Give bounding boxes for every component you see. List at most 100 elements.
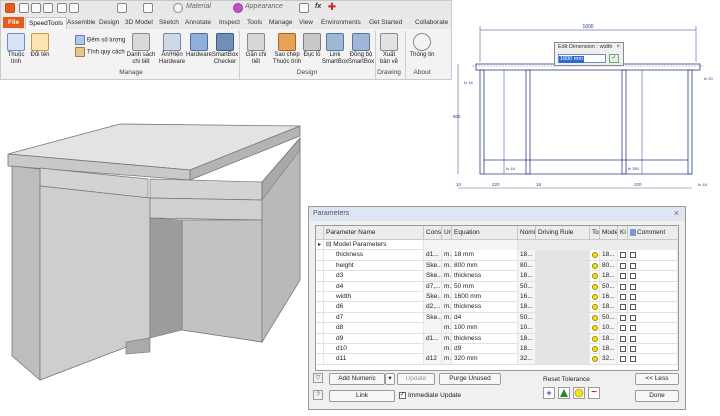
cell-key[interactable] bbox=[618, 292, 628, 302]
filter-icon[interactable]: ▽ bbox=[313, 373, 323, 383]
cell-model-value[interactable]: 80... bbox=[600, 260, 618, 271]
material-select[interactable]: Material bbox=[186, 3, 228, 10]
drill-hole-button[interactable]: Đục lỗ bbox=[301, 33, 323, 59]
key-checkbox[interactable] bbox=[620, 273, 626, 280]
cell-driving-rule[interactable] bbox=[536, 281, 590, 292]
cell-tolerance[interactable] bbox=[590, 292, 600, 302]
cell-comment[interactable] bbox=[628, 333, 678, 344]
tab-manage[interactable]: Manage bbox=[269, 17, 293, 28]
info-button[interactable]: Thông tin bbox=[407, 33, 437, 59]
cell-parameter-name[interactable]: d9 bbox=[324, 333, 424, 344]
cell-model-value[interactable]: 18... bbox=[600, 271, 618, 282]
cell-equation[interactable]: 800 mm bbox=[452, 260, 518, 271]
col-unit[interactable]: Ur bbox=[442, 226, 452, 240]
median-tolerance-triangle-icon[interactable] bbox=[558, 387, 570, 399]
cell-consumed-by[interactable] bbox=[424, 323, 442, 334]
table-row[interactable]: d4 d7,... m. 50 mm 50... 50... bbox=[316, 281, 678, 292]
cell-tolerance[interactable] bbox=[590, 333, 600, 344]
cell-tolerance[interactable] bbox=[590, 312, 600, 323]
cell-consumed-by[interactable]: Ske... bbox=[424, 271, 442, 282]
cell-unit[interactable]: m. bbox=[442, 312, 452, 323]
link-button[interactable]: Link bbox=[329, 390, 395, 402]
col-equation[interactable]: Equation bbox=[452, 226, 518, 240]
cell-key[interactable] bbox=[618, 260, 628, 271]
export-checkbox[interactable] bbox=[630, 273, 636, 280]
tab-inspect[interactable]: Inspect bbox=[219, 17, 240, 28]
tab-annotate[interactable]: Annotate bbox=[185, 17, 211, 28]
tab-collaborate[interactable]: Collaborate bbox=[415, 17, 448, 28]
cell-tolerance[interactable] bbox=[590, 344, 600, 354]
cell-equation[interactable]: thickness bbox=[452, 271, 518, 282]
properties-button[interactable]: Thuộc tính bbox=[3, 33, 29, 66]
cell-key[interactable] bbox=[618, 271, 628, 282]
cell-equation[interactable]: d4 bbox=[452, 312, 518, 323]
help-icon[interactable]: ? bbox=[313, 390, 323, 400]
smartbox-checker-button[interactable]: SmartBox Checker bbox=[211, 33, 239, 66]
cell-nominal[interactable]: 80... bbox=[518, 260, 536, 271]
export-checkbox[interactable] bbox=[630, 346, 636, 352]
table-row[interactable]: d7 Ske... m. d4 50... 50... bbox=[316, 312, 678, 324]
cell-comment[interactable] bbox=[628, 292, 678, 302]
table-row[interactable]: d11 d12 m. 320 mm 32... 32... bbox=[316, 354, 678, 365]
rename-button[interactable]: Đổi tên bbox=[29, 33, 51, 59]
clear-appearance-icon[interactable] bbox=[299, 3, 309, 13]
tab-tools[interactable]: Tools bbox=[247, 17, 262, 28]
cell-equation[interactable]: 320 mm bbox=[452, 354, 518, 365]
export-drawing-button[interactable]: Xuất bản vẽ bbox=[377, 33, 401, 66]
attach-part-button[interactable]: Gắn chi tiết bbox=[241, 33, 271, 66]
col-parameter-name[interactable]: Parameter Name bbox=[324, 226, 424, 240]
export-checkbox[interactable] bbox=[630, 252, 636, 259]
cell-driving-rule[interactable] bbox=[536, 344, 590, 354]
tab-speedtools[interactable]: SpeedTools bbox=[25, 17, 67, 29]
cell-nominal[interactable]: 50... bbox=[518, 281, 536, 292]
cell-model-value[interactable]: 18... bbox=[600, 333, 618, 344]
export-checkbox[interactable] bbox=[630, 294, 636, 300]
col-nominal[interactable]: Nomi bbox=[518, 226, 536, 240]
tab-environments[interactable]: Environments bbox=[321, 17, 361, 28]
export-checkbox[interactable] bbox=[630, 314, 636, 321]
open-icon[interactable] bbox=[31, 3, 41, 13]
cell-equation[interactable]: 50 mm bbox=[452, 281, 518, 292]
table-row[interactable]: width Ske... m. 1600 mm 16... 16... bbox=[316, 292, 678, 303]
save-icon[interactable] bbox=[43, 3, 53, 13]
cell-unit[interactable]: m. bbox=[442, 271, 452, 282]
key-checkbox[interactable] bbox=[620, 314, 626, 321]
key-checkbox[interactable] bbox=[620, 252, 626, 259]
cell-equation[interactable]: 100 mm bbox=[452, 323, 518, 334]
key-checkbox[interactable] bbox=[620, 356, 626, 363]
less-button[interactable]: << Less bbox=[635, 373, 679, 385]
cell-key[interactable] bbox=[618, 344, 628, 354]
hardware-button[interactable]: Hardware bbox=[185, 33, 213, 59]
link-smartbox-button[interactable]: Link SmartBox bbox=[321, 33, 349, 66]
nominal-tolerance-circle-icon[interactable] bbox=[573, 387, 585, 399]
cell-model-value[interactable]: 50... bbox=[600, 281, 618, 292]
tab-view[interactable]: View bbox=[299, 17, 313, 28]
cell-parameter-name[interactable]: d3 bbox=[324, 271, 424, 282]
cell-model-value[interactable]: 18... bbox=[600, 250, 618, 261]
cell-equation[interactable]: 18 mm bbox=[452, 250, 518, 261]
cell-model-value[interactable]: 10... bbox=[600, 323, 618, 334]
cell-nominal[interactable]: 50... bbox=[518, 312, 536, 323]
cell-driving-rule[interactable] bbox=[536, 333, 590, 344]
cell-nominal[interactable]: 10... bbox=[518, 323, 536, 334]
material-icon[interactable] bbox=[173, 3, 183, 13]
cell-unit[interactable]: m. bbox=[442, 302, 452, 313]
accept-checkmark-icon[interactable]: ✓ bbox=[609, 54, 619, 63]
add-numeric-button[interactable]: Add Numeric bbox=[329, 373, 385, 385]
cell-equation[interactable]: thickness bbox=[452, 302, 518, 313]
cell-parameter-name[interactable]: d8 bbox=[324, 323, 424, 334]
table-row[interactable]: d10 m. d9 18... 18... bbox=[316, 344, 678, 355]
cell-consumed-by[interactable]: d2,... bbox=[424, 302, 442, 313]
cell-equation[interactable]: d9 bbox=[452, 344, 518, 354]
cell-driving-rule[interactable] bbox=[536, 354, 590, 365]
tab-sketch[interactable]: Sketch bbox=[159, 17, 179, 28]
cell-comment[interactable] bbox=[628, 281, 678, 292]
select-icon[interactable] bbox=[143, 3, 153, 13]
cell-equation[interactable]: thickness bbox=[452, 333, 518, 344]
cell-parameter-name[interactable]: d4 bbox=[324, 281, 424, 292]
table-row[interactable]: height Ske... m. 800 mm 80... 80... bbox=[316, 260, 678, 272]
cell-unit[interactable]: m. bbox=[442, 354, 452, 365]
cell-comment[interactable] bbox=[628, 302, 678, 313]
cell-consumed-by[interactable]: Ske... bbox=[424, 292, 442, 302]
cell-parameter-name[interactable]: d10 bbox=[324, 344, 424, 354]
